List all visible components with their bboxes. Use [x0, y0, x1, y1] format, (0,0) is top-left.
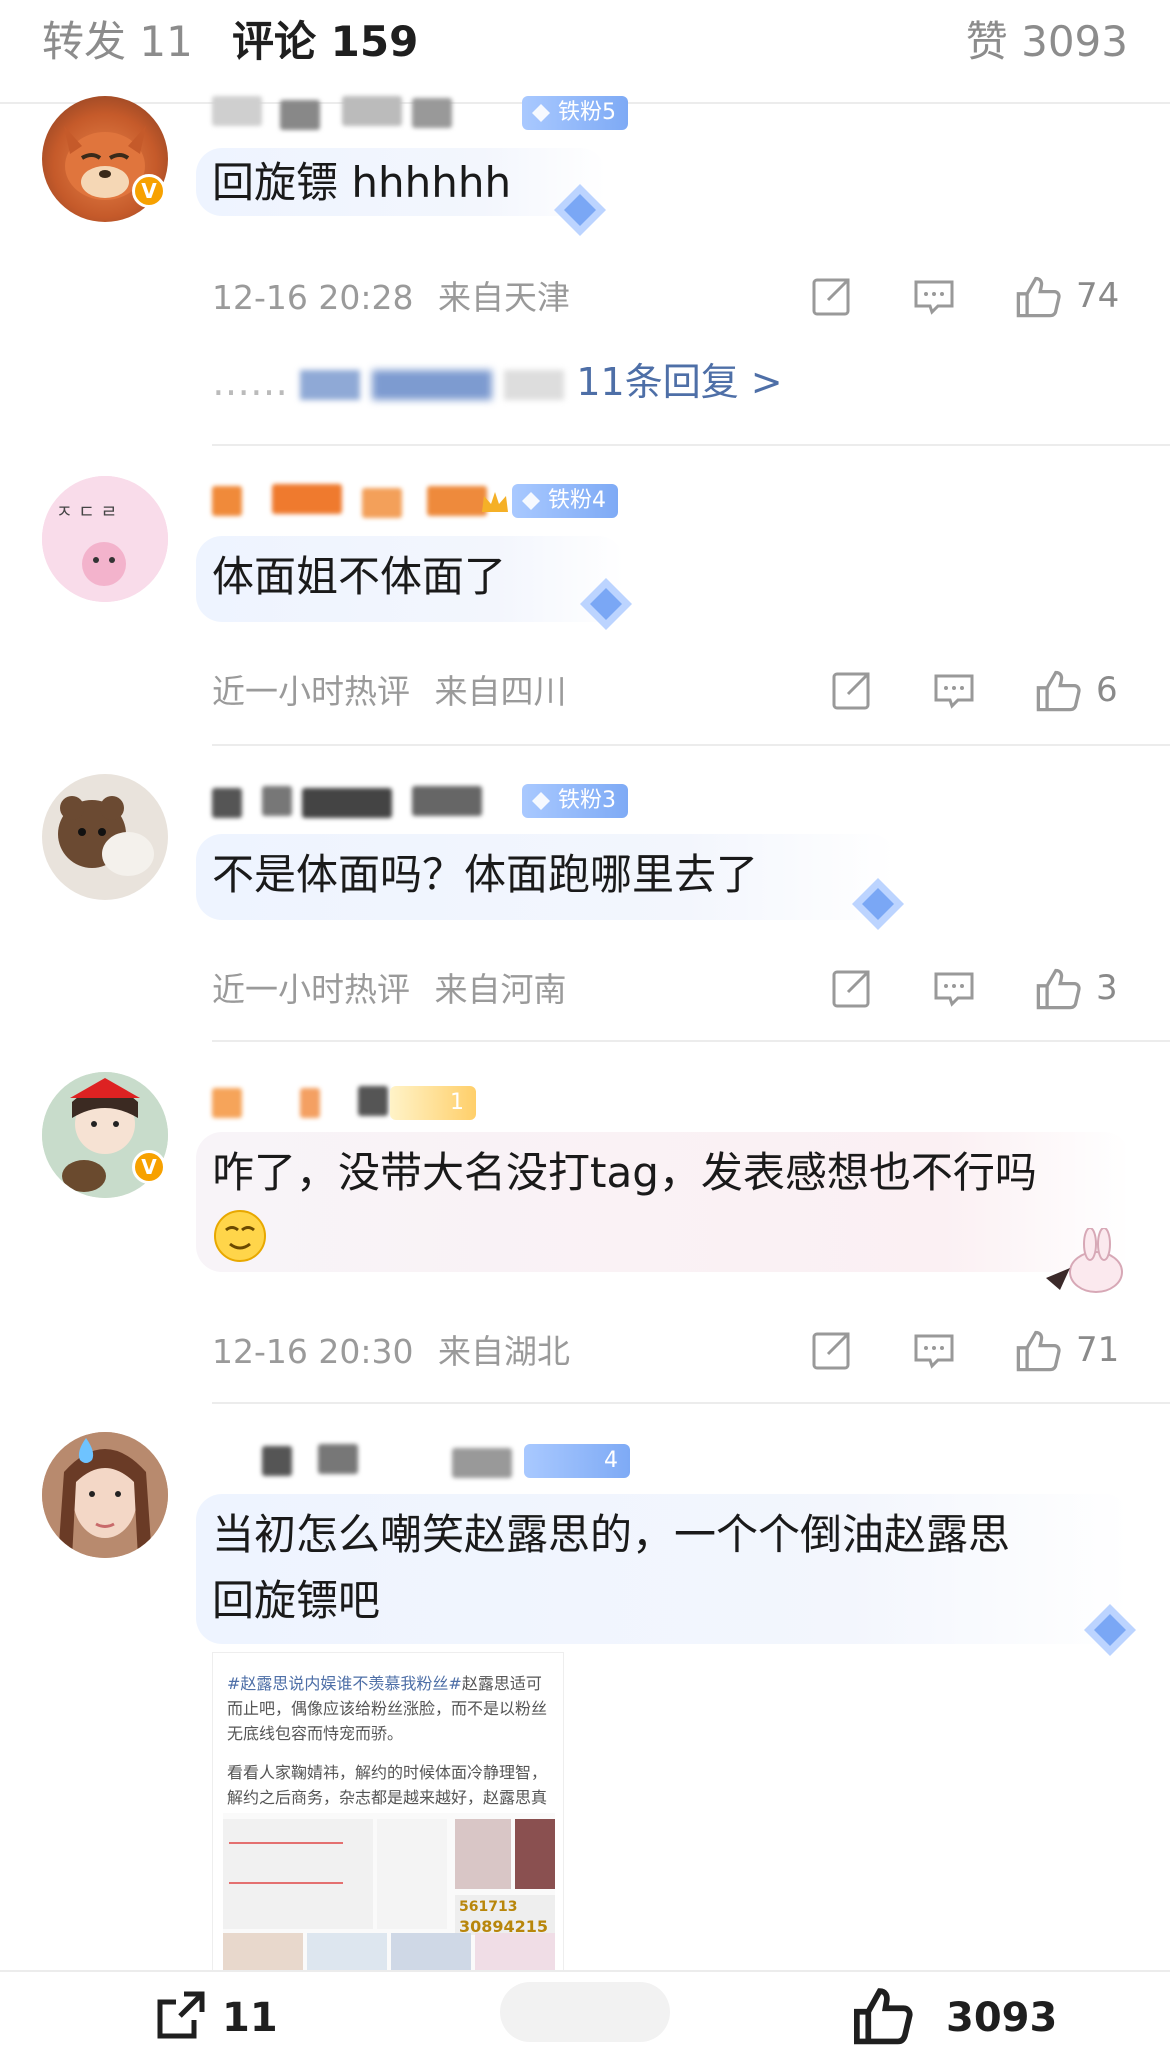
fan-badge-label: 铁粉5: [558, 100, 616, 125]
reply-icon[interactable]: [932, 966, 976, 1010]
comment-location: 来自河南: [434, 970, 567, 1009]
divider: [212, 1402, 1170, 1404]
view-replies-link[interactable]: …… 11条回复 >: [212, 358, 783, 406]
embed-stat: 30894215: [459, 1917, 549, 1936]
comment-location: 来自天津: [437, 278, 570, 317]
comment-text: 回旋镖 hhhhhh: [212, 158, 512, 207]
fan-diamond-icon: [532, 792, 550, 810]
crown-icon: [482, 492, 508, 512]
reply-icon[interactable]: [912, 1328, 956, 1372]
sweat-drop-icon: [78, 1438, 94, 1463]
comment-time: 12-16 20:30: [212, 1332, 414, 1371]
comment-meta: 近一小时热评 来自四川: [212, 670, 567, 714]
divider: [212, 1040, 1170, 1042]
comment-text-line: 当初怎么嘲笑赵露思的，一个个倒油赵露思: [212, 1510, 1011, 1559]
fan-badge-label: 4: [604, 1448, 618, 1473]
divider: [212, 444, 1170, 446]
fan-badge-label: 铁粉3: [558, 788, 616, 813]
comment-meta: 12-16 20:30 来自湖北: [212, 1330, 570, 1374]
bubble-diamond-icon: [1084, 1604, 1136, 1656]
comment-time: 12-16 20:28: [212, 278, 414, 317]
avatar[interactable]: [42, 774, 168, 900]
embed-collage-image: [223, 1813, 555, 1981]
fan-badge: 4: [524, 1444, 630, 1478]
bubble-diamond-icon: [852, 878, 904, 930]
bubble-diamond-icon: [580, 578, 632, 630]
comment-text: 体面姐不体面了: [212, 552, 507, 601]
username-row[interactable]: 4: [212, 1444, 672, 1484]
comment-actions: 6: [830, 668, 1130, 718]
fan-diamond-icon: [522, 492, 540, 510]
username-row[interactable]: 1: [212, 1086, 512, 1126]
reply-icon[interactable]: [912, 274, 956, 318]
comment-text: 不是体面吗？体面跑哪里去了: [212, 850, 759, 899]
comment-input-button[interactable]: [500, 1982, 670, 2042]
comment-tabs-bar: 转发 11 评论 159 赞 3093: [0, 0, 1170, 104]
share-icon[interactable]: [830, 668, 874, 712]
embed-stat: 561713: [459, 1899, 518, 1915]
like-icon[interactable]: [1014, 1326, 1062, 1374]
fan-badge: 铁粉5: [522, 96, 628, 130]
comment-text: 咋了，没带大名没打tag，发表感想也不行吗: [212, 1148, 1037, 1197]
comment-meta: 近一小时热评 来自河南: [212, 968, 567, 1012]
bottom-action-bar: 11 3093: [0, 1970, 1170, 2063]
svg-text:ㅈ ㄷ ㄹ: ㅈ ㄷ ㄹ: [56, 502, 117, 523]
avatar[interactable]: ㅈ ㄷ ㄹ: [42, 476, 168, 602]
divider: [212, 744, 1170, 746]
username-row[interactable]: 铁粉4: [212, 484, 618, 524]
fan-badge-label: 铁粉4: [548, 488, 606, 513]
share-icon[interactable]: [810, 1328, 854, 1372]
smile-emoji-icon: [214, 1210, 266, 1262]
reply-icon[interactable]: [932, 668, 976, 712]
like-icon[interactable]: [850, 1982, 914, 2046]
repost-icon[interactable]: [154, 1986, 210, 2042]
like-count: 71: [1076, 1330, 1120, 1370]
repost-count[interactable]: 11: [222, 1988, 278, 2048]
fan-badge-label: 1: [450, 1090, 464, 1115]
comment-actions: 3: [830, 966, 1130, 1016]
comment-location: 来自湖北: [437, 1332, 570, 1371]
embed-hashtag: #赵露思说内娱谁不羡慕我粉丝#: [227, 1674, 462, 1693]
replies-count-label: 11条回复 >: [576, 360, 783, 404]
like-count: 6: [1096, 670, 1118, 710]
bunny-sticker-icon: [1046, 1228, 1123, 1293]
username-row[interactable]: 铁粉5: [212, 96, 628, 136]
verified-badge-icon: V: [132, 1150, 166, 1184]
comment-time: 近一小时热评: [212, 672, 410, 711]
verified-badge-icon: V: [132, 174, 166, 208]
comment-text: 当初怎么嘲笑赵露思的，一个个倒油赵露思 回旋镖吧: [212, 1502, 1010, 1634]
comment-meta: 12-16 20:28 来自天津: [212, 276, 570, 320]
fan-badge: 铁粉3: [522, 784, 628, 818]
bubble-diamond-icon: [554, 184, 606, 236]
username-row[interactable]: 铁粉3: [212, 784, 632, 824]
fan-diamond-icon: [532, 104, 550, 122]
like-icon[interactable]: [1034, 964, 1082, 1012]
like-icon[interactable]: [1034, 666, 1082, 714]
comment-actions: 71: [810, 1328, 1130, 1378]
like-count: 3: [1096, 968, 1118, 1008]
comment-location: 来自四川: [434, 672, 567, 711]
comment-actions: 74: [810, 274, 1130, 324]
tab-comments[interactable]: 评论 159: [232, 16, 418, 68]
avatar[interactable]: [42, 1432, 168, 1558]
share-icon[interactable]: [810, 274, 854, 318]
like-icon[interactable]: [1014, 272, 1062, 320]
share-icon[interactable]: [830, 966, 874, 1010]
like-count: 74: [1076, 276, 1120, 316]
tab-repost[interactable]: 转发 11: [42, 16, 193, 68]
comment-text-line: 回旋镖吧: [212, 1576, 381, 1625]
comment-image-attachment[interactable]: #赵露思说内娱谁不羡慕我粉丝#赵露思适可而止吧，偶像应该给粉丝涨脸，而不是以粉丝…: [212, 1652, 564, 1982]
comment-time: 近一小时热评: [212, 970, 410, 1009]
fan-badge: 铁粉4: [512, 484, 618, 518]
like-total[interactable]: 3093: [946, 1988, 1057, 2048]
fan-badge: 1: [390, 1086, 476, 1120]
tab-likes[interactable]: 赞 3093: [966, 16, 1128, 68]
